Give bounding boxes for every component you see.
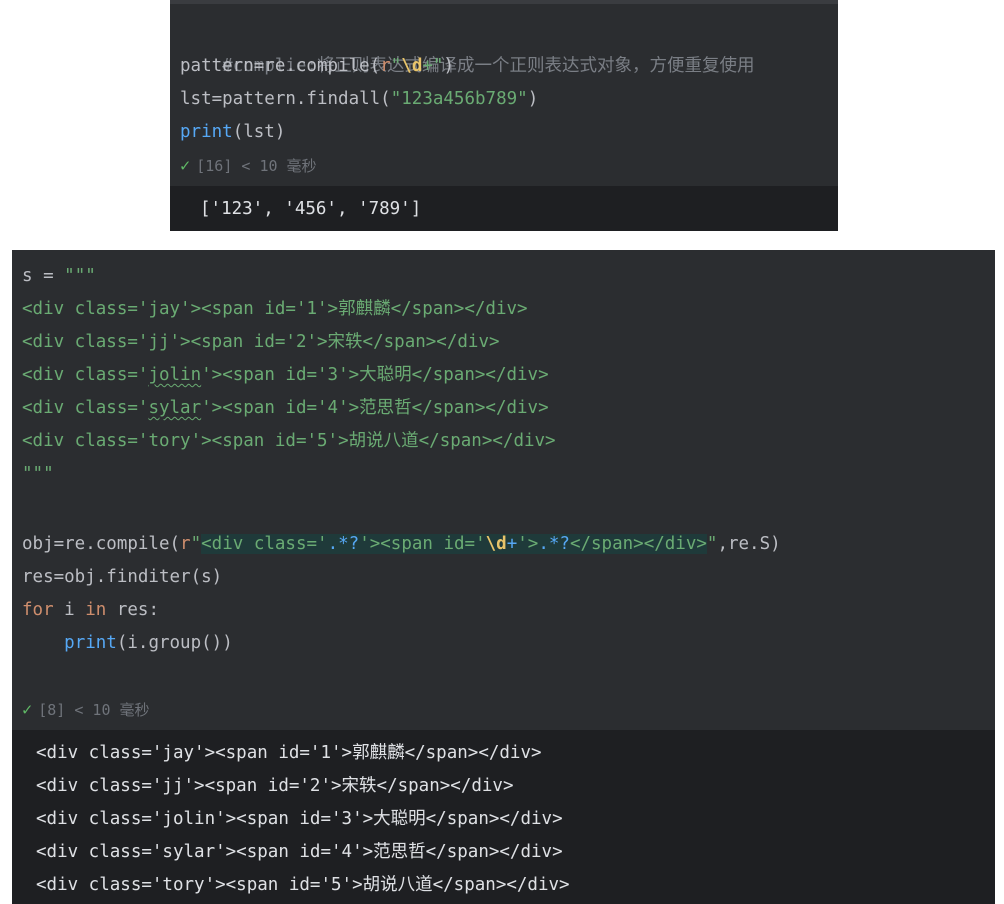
string-quote: " [432, 56, 444, 76]
html-class-value-typo: sylar [148, 398, 202, 418]
code-line-html[interactable]: <div class='jay'><span id='1'>郭麒麟</span>… [22, 293, 528, 326]
html-text: '><span id='4'>范思哲</span></div> [201, 398, 549, 418]
code-token: (lst) [232, 122, 286, 142]
cell-output[interactable]: ['123', '456', '789'] [170, 186, 838, 231]
builtin-print: print [180, 122, 233, 142]
raw-prefix: r [380, 56, 391, 76]
code-line-finditer[interactable]: res=obj.finditer(s) [22, 561, 222, 594]
execution-info: [8] < 10 毫秒 [38, 701, 150, 719]
code-line-pattern[interactable]: pattern=re.compile(r"\d+") [180, 50, 454, 83]
execution-info: [16] < 10 毫秒 [196, 157, 317, 175]
cell-top-border [170, 0, 838, 4]
code-token: ) [443, 56, 454, 76]
raw-prefix: r [180, 534, 191, 554]
regex-escape: \d [485, 534, 507, 554]
html-text: <div class=' [22, 299, 149, 319]
output-line: <div class='jay'><span id='1'>郭麒麟</span>… [36, 743, 542, 763]
keyword-for: for [22, 600, 54, 620]
regex-text: <div class=' [201, 534, 328, 554]
output-line: <div class='tory'><span id='5'>胡说八道</spa… [36, 875, 570, 895]
code-line-html[interactable]: <div class='jj'><span id='2'>宋轶</span></… [22, 326, 500, 359]
regex-text: </span></div> [569, 534, 707, 554]
string-literal: "123a456b789" [390, 89, 528, 109]
code-token: ) [527, 89, 539, 109]
html-text: <div class=' [22, 332, 149, 352]
cell-output[interactable]: <div class='jay'><span id='1'>郭麒麟</span>… [12, 730, 995, 904]
cell-status: ✓ [8] < 10 毫秒 [22, 695, 150, 725]
code-token: lst=pattern.findall( [180, 89, 391, 109]
builtin-print: print [64, 633, 117, 653]
code-token: obj=re.compile( [22, 534, 181, 554]
notebook-cell-finditer[interactable]: s = """ <div class='jay'><span id='1'>郭麒… [12, 250, 995, 904]
regex-lazy: .*? [538, 534, 570, 554]
html-class-value: tory [148, 431, 191, 451]
code-token: i [53, 600, 86, 620]
code-token: res=obj.finditer(s) [22, 567, 223, 587]
code-line-triple-close[interactable]: """ [22, 458, 54, 491]
html-text: '><span id='2'>宋轶</span></div> [169, 332, 500, 352]
output-line: <div class='jolin'><span id='3'>大聪明</spa… [36, 809, 563, 829]
output-line: <div class='jj'><span id='2'>宋轶</span></… [36, 776, 514, 796]
html-class-value: jay [148, 299, 181, 319]
html-class-value: jj [148, 332, 170, 352]
code-line-for[interactable]: for i in res: [22, 594, 159, 627]
regex-escape: \d [401, 56, 423, 76]
code-line-html[interactable]: <div class='jolin'><span id='3'>大聪明</spa… [22, 359, 549, 392]
regex-lazy: .*? [327, 534, 360, 554]
html-text: '><span id='3'>大聪明</span></div> [201, 365, 549, 385]
code-line-findall[interactable]: lst=pattern.findall("123a456b789") [180, 83, 538, 116]
check-icon: ✓ [180, 156, 191, 176]
code-token: s = [22, 266, 65, 286]
code-line-s-assign[interactable]: s = """ [22, 260, 96, 293]
code-token: ,re.S) [717, 534, 781, 554]
code-line-html[interactable]: <div class='sylar'><span id='4'>范思哲</spa… [22, 392, 549, 425]
regex-quantifier: + [422, 56, 433, 76]
html-text: '><span id='1'>郭麒麟</span></div> [180, 299, 528, 319]
html-text: '><span id='5'>胡说八道</span></div> [190, 431, 556, 451]
check-icon: ✓ [22, 700, 33, 720]
code-line-compile[interactable]: obj=re.compile(r"<div class='.*?'><span … [22, 528, 781, 561]
code-token: (i.group()) [116, 633, 233, 653]
regex-text: '><span id=' [359, 534, 486, 554]
output-line: <div class='sylar'><span id='4'>范思哲</spa… [36, 842, 563, 862]
code-token: pattern=re.compile( [180, 56, 381, 76]
keyword-in: in [85, 600, 107, 620]
code-line-print[interactable]: print(lst) [180, 116, 285, 149]
output-line: ['123', '456', '789'] [200, 199, 422, 219]
html-class-value-typo: jolin [148, 365, 202, 385]
code-line-html[interactable]: <div class='tory'><span id='5'>胡说八道</spa… [22, 425, 556, 458]
string-quote: " [190, 534, 202, 554]
html-text: <div class=' [22, 365, 149, 385]
string-quote: " [390, 56, 402, 76]
triple-quote: """ [64, 266, 96, 286]
cell-status: ✓ [16] < 10 毫秒 [180, 151, 317, 181]
html-text: <div class=' [22, 431, 149, 451]
html-text: <div class=' [22, 398, 149, 418]
code-line-print[interactable]: print(i.group()) [22, 627, 233, 660]
code-token: res: [106, 600, 159, 620]
regex-text: '> [517, 534, 539, 554]
string-quote: " [706, 534, 718, 554]
triple-quote: """ [22, 464, 54, 484]
regex-quantifier: + [506, 534, 518, 554]
notebook-cell-compile[interactable]: #complie:将正则表达式编译成一个正则表达式对象，方便重复使用 patte… [170, 0, 838, 231]
